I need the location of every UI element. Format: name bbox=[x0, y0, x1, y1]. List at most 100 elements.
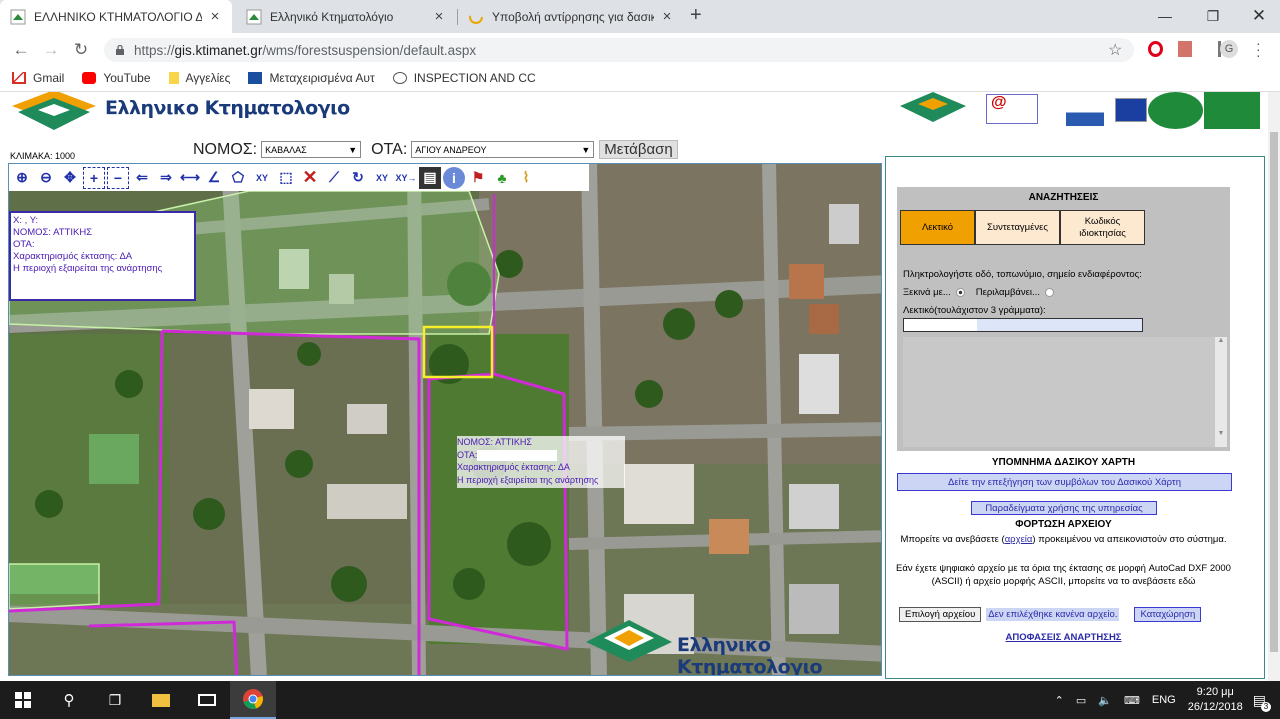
bookmark-star-icon[interactable]: ☆ bbox=[1108, 40, 1122, 60]
ministry-banner bbox=[1204, 92, 1260, 129]
ota-label: ΟΤΑ: bbox=[371, 140, 408, 158]
scrollbar-thumb[interactable] bbox=[1270, 132, 1278, 652]
examples-button[interactable]: Παραδείγματα χρήσης της υπηρεσίας bbox=[971, 501, 1157, 515]
task-view-icon[interactable]: ❐ bbox=[92, 681, 138, 719]
draw-polygon-icon[interactable]: ⬠ bbox=[227, 167, 249, 189]
go-button[interactable]: Μετάβαση bbox=[599, 140, 678, 159]
bookmark-youtube[interactable]: YouTube bbox=[82, 71, 151, 85]
start-button[interactable] bbox=[0, 681, 46, 719]
files-link[interactable]: αρχεία bbox=[1005, 534, 1033, 545]
keyboard-icon[interactable]: ⌨ bbox=[1124, 694, 1140, 707]
refresh-icon[interactable]: ↻ bbox=[347, 167, 369, 189]
new-tab-button[interactable]: + bbox=[690, 4, 702, 27]
bookmark-aggelies[interactable]: Αγγελίες bbox=[168, 71, 230, 85]
measure-angle-icon[interactable]: ∠ bbox=[203, 167, 225, 189]
reload-button[interactable]: ↻ bbox=[70, 39, 92, 61]
close-tab-icon[interactable]: × bbox=[660, 8, 674, 25]
popup-ota-value bbox=[477, 449, 558, 461]
back-button[interactable]: ← bbox=[10, 39, 32, 61]
search-panel: ΑΝΑΖΗΤΗΣΕΙΣ Λεκτικό Συντεταγμένες Κωδικό… bbox=[897, 187, 1230, 451]
network-icon[interactable]: ▭ bbox=[1076, 694, 1086, 707]
search-input[interactable] bbox=[903, 318, 1143, 332]
close-tab-icon[interactable]: × bbox=[432, 8, 446, 25]
bookmark-cars[interactable]: Μεταχειρισμένα Αυτ bbox=[248, 71, 375, 85]
select-icon[interactable]: ⬚ bbox=[275, 167, 297, 189]
chevron-up-icon[interactable]: ⌃ bbox=[1055, 694, 1064, 707]
map-toolbar: ⊕ ⊖ ✥ + − ⇐ ⇒ ⟷ ∠ ⬠ XY ⬚ ✕ ⟋ ↻ XY XY→ ▤ … bbox=[9, 164, 589, 191]
popup-ota: ΟΤΑ: bbox=[457, 449, 478, 460]
close-window-button[interactable]: ✕ bbox=[1236, 4, 1280, 28]
volume-icon[interactable]: 🔈 bbox=[1098, 694, 1112, 707]
zoom-box-in-icon[interactable]: + bbox=[83, 166, 105, 189]
map-watermark-logo-icon bbox=[586, 620, 672, 662]
search-results-list[interactable]: ▲ ▼ bbox=[903, 337, 1227, 447]
measure-distance-icon[interactable]: ⟷ bbox=[179, 167, 201, 189]
tab-title: Ελληνικό Κτηματολόγιο bbox=[270, 9, 394, 24]
minimize-button[interactable]: — bbox=[1142, 4, 1188, 28]
area-selector-row: ΝΟΜΟΣ: ΚΑΒΑΛΑΣ ▼ ΟΤΑ: ΑΓΙΟΥ ΑΝΔΡΕΟΥ ▼ Μετά… bbox=[193, 140, 678, 159]
map-viewport[interactable]: ⊕ ⊖ ✥ + − ⇐ ⇒ ⟷ ∠ ⬠ XY ⬚ ✕ ⟋ ↻ XY XY→ ▤ … bbox=[8, 163, 882, 676]
upload-text-1b: ) προκειμένου να απεικονιστούν στο σύστη… bbox=[1032, 534, 1227, 545]
language-indicator[interactable]: ENG bbox=[1152, 694, 1176, 706]
tree-icon[interactable]: ♣ bbox=[491, 167, 513, 189]
eu-flag-icon bbox=[1115, 98, 1147, 122]
legend-button[interactable]: Δείτε την επεξήγηση των συμβόλων του Δασ… bbox=[897, 473, 1232, 491]
pdf-extension-icon[interactable] bbox=[1178, 41, 1192, 57]
choose-file-button[interactable]: Επιλογή αρχείου bbox=[899, 607, 982, 622]
contains-label: Περιλαμβάνει... bbox=[975, 287, 1040, 298]
tab-coordinates[interactable]: Συντεταγμένες bbox=[975, 210, 1060, 245]
broom-icon[interactable]: ⌇ bbox=[515, 167, 537, 189]
pan-icon[interactable]: ✥ bbox=[59, 167, 81, 189]
url-text: https://gis.ktimanet.gr/wms/forestsuspen… bbox=[134, 43, 476, 58]
zoom-box-out-icon[interactable]: − bbox=[107, 166, 129, 189]
notifications-icon[interactable]: ▤ 3 bbox=[1253, 692, 1271, 712]
tab-ktimatologio-forest[interactable]: ΕΛΛΗΝΙΚΟ ΚΤΗΜΑΤΟΛΟΓΙΟ Δασ × bbox=[0, 0, 232, 33]
next-extent-icon[interactable]: ⇒ bbox=[155, 167, 177, 189]
tab-ktimatologio[interactable]: Ελληνικό Κτηματολόγιο × bbox=[236, 0, 456, 33]
maximize-button[interactable]: ❐ bbox=[1190, 4, 1236, 28]
opera-extension-icon[interactable] bbox=[1148, 41, 1163, 57]
forest-tool-icon[interactable]: ⚑ bbox=[467, 167, 489, 189]
menu-icon[interactable]: · · · bbox=[1256, 36, 1261, 62]
scroll-up-icon[interactable]: ▲ bbox=[1215, 337, 1227, 344]
close-tab-icon[interactable]: × bbox=[208, 8, 222, 25]
submit-button[interactable]: Καταχώρηση bbox=[1134, 607, 1202, 622]
profile-avatar[interactable]: G bbox=[1220, 40, 1238, 58]
tab-text-search[interactable]: Λεκτικό bbox=[900, 210, 975, 245]
address-bar[interactable]: https://gis.ktimanet.gr/wms/forestsuspen… bbox=[104, 38, 1134, 62]
layers-icon[interactable]: ▤ bbox=[419, 166, 441, 189]
scroll-down-icon[interactable]: ▼ bbox=[1215, 430, 1227, 437]
clear-icon[interactable]: ✕ bbox=[299, 167, 321, 189]
decisions-link[interactable]: ΑΠΟΦΑΣΕΙΣ ΑΝΑΡΤΗΣΗΣ bbox=[886, 632, 1241, 643]
search-mode-radios: Ξεκινά με... Περιλαμβάνει... bbox=[903, 287, 1059, 298]
nomos-selected-value: ΚΑΒΑΛΑΣ bbox=[265, 144, 307, 155]
bookmark-gmail[interactable]: Gmail bbox=[12, 71, 64, 85]
url-scheme: https:// bbox=[134, 42, 175, 58]
forward-button[interactable]: → bbox=[40, 39, 62, 61]
edit-line-icon[interactable]: ⟋ bbox=[323, 167, 345, 189]
tab-objection[interactable]: Υποβολή αντίρρησης για δασικο × bbox=[458, 0, 684, 33]
upload-text-2: Εάν έχετε ψηφιακό αρχείο με τα όρια της … bbox=[896, 563, 1231, 587]
info-exclusion: Η περιοχή εξαιρείται της ανάρτησης bbox=[13, 263, 163, 274]
xy-transform-icon[interactable]: XY bbox=[371, 167, 393, 189]
search-icon[interactable]: ⚲ bbox=[46, 681, 92, 719]
info-icon[interactable]: i bbox=[443, 166, 465, 189]
chrome-taskbar-icon[interactable] bbox=[230, 681, 276, 719]
tab-property-code[interactable]: Κωδικός ιδιοκτησίας bbox=[1060, 210, 1145, 245]
zoom-out-icon[interactable]: ⊖ bbox=[35, 167, 57, 189]
xy-goto-icon[interactable]: XY→ bbox=[395, 167, 417, 189]
clock[interactable]: 9:20 μμ 26/12/2018 bbox=[1188, 685, 1243, 715]
coordinates-xy-icon[interactable]: XY bbox=[251, 167, 273, 189]
ota-select[interactable]: ΑΓΙΟΥ ΑΝΔΡΕΟΥ ▼ bbox=[411, 141, 595, 158]
previous-extent-icon[interactable]: ⇐ bbox=[131, 167, 153, 189]
zoom-in-icon[interactable]: ⊕ bbox=[11, 167, 33, 189]
mail-icon[interactable] bbox=[184, 681, 230, 719]
nomos-select[interactable]: ΚΑΒΑΛΑΣ ▼ bbox=[261, 141, 362, 158]
greece-2006-logo-icon bbox=[1066, 92, 1104, 126]
page-scrollbar[interactable] bbox=[1268, 92, 1280, 681]
contains-radio[interactable] bbox=[1044, 288, 1054, 297]
bookmark-inspection[interactable]: INSPECTION AND CC bbox=[392, 71, 536, 85]
starts-with-radio[interactable] bbox=[955, 288, 965, 297]
results-scrollbar[interactable]: ▲ ▼ bbox=[1215, 337, 1227, 447]
file-explorer-icon[interactable] bbox=[138, 681, 184, 719]
